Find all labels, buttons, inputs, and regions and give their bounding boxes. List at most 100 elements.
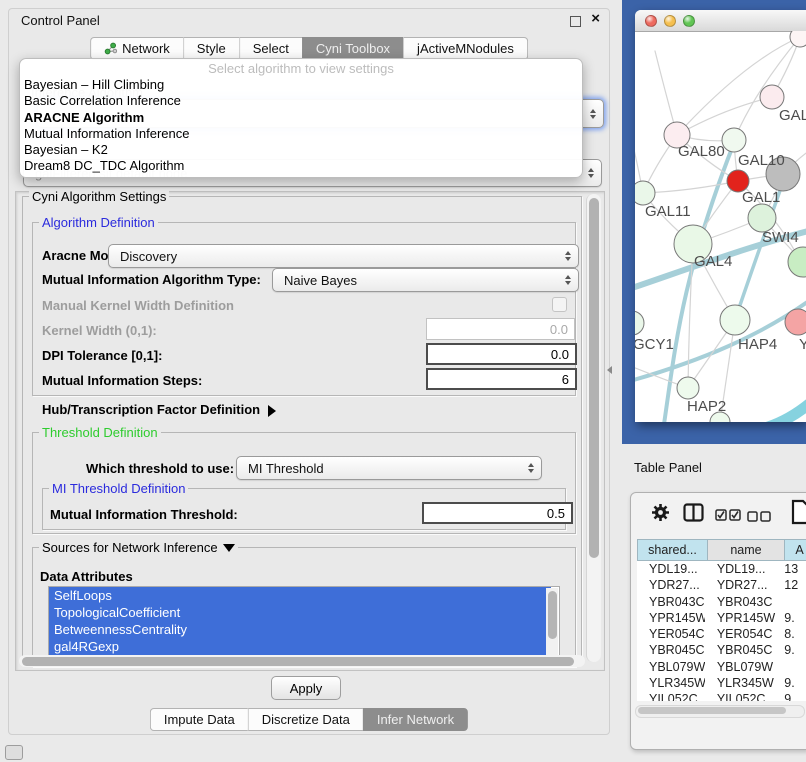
mi-threshold-field[interactable]: 0.5 (422, 502, 573, 524)
attribute-item-betweennesscentrality[interactable]: BetweennessCentrality (49, 621, 551, 638)
table-cell: YBR045C (705, 642, 778, 658)
table-cell: 8. (778, 626, 806, 642)
network-edge[interactable] (643, 181, 738, 193)
settings-vertical-scrollbar[interactable] (586, 194, 601, 662)
table-cell: 13 (778, 561, 806, 577)
network-node-label-gal11: GAL11 (645, 203, 691, 220)
list-scrollbar[interactable] (546, 588, 558, 656)
table-hscroll-thumb[interactable] (638, 707, 786, 714)
tab-jactivemnodules[interactable]: jActiveMNodules (403, 37, 528, 60)
mi-type-combobox[interactable]: Naive Bayes (272, 268, 579, 292)
manual-kernel-checkbox[interactable] (552, 297, 567, 312)
table-row[interactable]: YLR345WYLR345W9. (637, 675, 806, 691)
network-window[interactable]: GALGAL80GAL10GAL1GAL11SWI4GAL4GCY1HAP4YH… (635, 10, 806, 422)
table-cell (778, 659, 806, 675)
gear-icon[interactable] (651, 503, 670, 527)
attribute-item-selfloops[interactable]: SelfLoops (49, 587, 551, 604)
network-node[interactable] (720, 305, 750, 335)
network-node[interactable] (788, 247, 806, 277)
minimize-traffic-light[interactable] (664, 15, 676, 27)
network-node[interactable] (635, 181, 655, 205)
table-panel-window: shared...nameA YDL19...YDL19...13YDR27..… (630, 492, 806, 750)
tab-label: Cyni Toolbox (316, 41, 390, 56)
which-threshold-combobox[interactable]: MI Threshold (236, 456, 542, 480)
divider-collapse-icon[interactable] (607, 366, 612, 374)
select-all-checkboxes-icon[interactable] (715, 508, 741, 526)
sources-group-title[interactable]: Sources for Network Inference (39, 540, 238, 555)
bottom-corner-icon[interactable] (5, 745, 23, 760)
network-node-label-hap4: HAP4 (738, 336, 777, 353)
network-node[interactable] (785, 309, 806, 335)
table-row[interactable]: YBR045CYBR045C9. (637, 642, 806, 658)
table-row[interactable]: YIL052CYIL052C9. (637, 691, 806, 701)
mi-steps-field[interactable]: 6 (426, 368, 577, 390)
algorithm-option-aracne-algorithm[interactable]: ARACNE Algorithm (20, 110, 582, 126)
column-header-name[interactable]: name (708, 539, 785, 561)
hub-definition-toggle[interactable]: Hub/Transcription Factor Definition (42, 402, 276, 417)
algorithm-option-bayesian-k2[interactable]: Bayesian – K2 (20, 142, 582, 158)
close-traffic-light[interactable] (645, 15, 657, 27)
network-node-label-gal1: GAL1 (742, 189, 780, 206)
zoom-traffic-light[interactable] (683, 15, 695, 27)
network-window-titlebar[interactable] (635, 10, 806, 32)
table-row[interactable]: YPR145WYPR145W9. (637, 610, 806, 626)
network-node[interactable] (677, 377, 699, 399)
columns-icon[interactable] (683, 503, 704, 527)
aracne-mode-combobox[interactable]: Discovery (108, 244, 579, 268)
tab-discretize-data[interactable]: Discretize Data (248, 708, 363, 731)
data-attributes-list[interactable]: SelfLoopsTopologicalCoefficientBetweenne… (48, 586, 560, 658)
expand-arrow-icon (268, 405, 276, 417)
algorithm-option-dream8-dc-tdc-algorithm[interactable]: Dream8 DC_TDC Algorithm (20, 158, 582, 174)
network-node[interactable] (635, 311, 644, 335)
algorithm-option-bayesian-hill-climbing[interactable]: Bayesian – Hill Climbing (20, 77, 582, 93)
table-cell: YDL19... (705, 561, 778, 577)
tab-label: Infer Network (377, 712, 454, 727)
tab-impute-data[interactable]: Impute Data (150, 708, 248, 731)
table-cell: YDL19... (637, 561, 705, 577)
network-svg: GALGAL80GAL10GAL1GAL11SWI4GAL4GCY1HAP4YH… (635, 31, 806, 422)
tab-select[interactable]: Select (239, 37, 302, 60)
table-cell: YBR045C (637, 642, 705, 658)
table-row[interactable]: YER054CYER054C8. (637, 626, 806, 642)
network-node[interactable] (790, 31, 806, 47)
tab-label: jActiveMNodules (417, 41, 514, 56)
table-row[interactable]: YDR27...YDR27...12 (637, 577, 806, 593)
tab-style[interactable]: Style (183, 37, 239, 60)
table-cell: 9. (778, 642, 806, 658)
network-node[interactable] (760, 85, 784, 109)
settings-hscroll-thumb[interactable] (22, 657, 574, 666)
data-attributes-label: Data Attributes (40, 569, 133, 584)
network-node[interactable] (722, 128, 746, 152)
table-row[interactable]: YDL19...YDL19...13 (637, 561, 806, 577)
table-panel-title: Table Panel (634, 460, 702, 475)
list-scrollbar-thumb[interactable] (548, 591, 557, 639)
table-horizontal-scrollbar[interactable] (635, 705, 805, 718)
kernel-width-field[interactable]: 0.0 (426, 318, 575, 340)
table-row[interactable]: YBL079WYBL079W (637, 659, 806, 675)
settings-horizontal-scrollbar[interactable] (19, 655, 585, 667)
page-icon[interactable] (791, 499, 806, 530)
tab-infer-network[interactable]: Infer Network (363, 708, 468, 731)
network-edge[interactable] (663, 143, 734, 422)
table-body: YDL19...YDL19...13YDR27...YDR27...12YBR0… (637, 561, 806, 701)
table-row[interactable]: YBR043CYBR043C (637, 594, 806, 610)
algorithm-option-mutual-information-inference[interactable]: Mutual Information Inference (20, 126, 582, 142)
deselect-all-checkboxes-icon[interactable] (747, 509, 771, 527)
dpi-tolerance-field[interactable]: 0.0 (426, 343, 577, 365)
algorithm-option-basic-correlation-inference[interactable]: Basic Correlation Inference (20, 93, 582, 109)
float-window-icon[interactable] (570, 16, 581, 27)
close-icon[interactable]: × (591, 10, 600, 28)
apply-button[interactable]: Apply (271, 676, 341, 700)
tab-cyni-toolbox[interactable]: Cyni Toolbox (302, 37, 403, 60)
network-node[interactable] (748, 204, 776, 232)
network-edge[interactable] (753, 383, 806, 422)
table-cell: 9. (778, 675, 806, 691)
column-header-shared[interactable]: shared... (637, 539, 708, 561)
column-header-a[interactable]: A (785, 539, 806, 561)
settings-vscroll-thumb[interactable] (589, 198, 599, 558)
collapse-arrow-icon (223, 544, 235, 552)
attribute-item-gal4rgexp[interactable]: gal4RGexp (49, 638, 551, 655)
tab-network[interactable]: Network (90, 37, 183, 60)
attribute-item-topologicalcoefficient[interactable]: TopologicalCoefficient (49, 604, 551, 621)
network-edge[interactable] (677, 97, 772, 135)
